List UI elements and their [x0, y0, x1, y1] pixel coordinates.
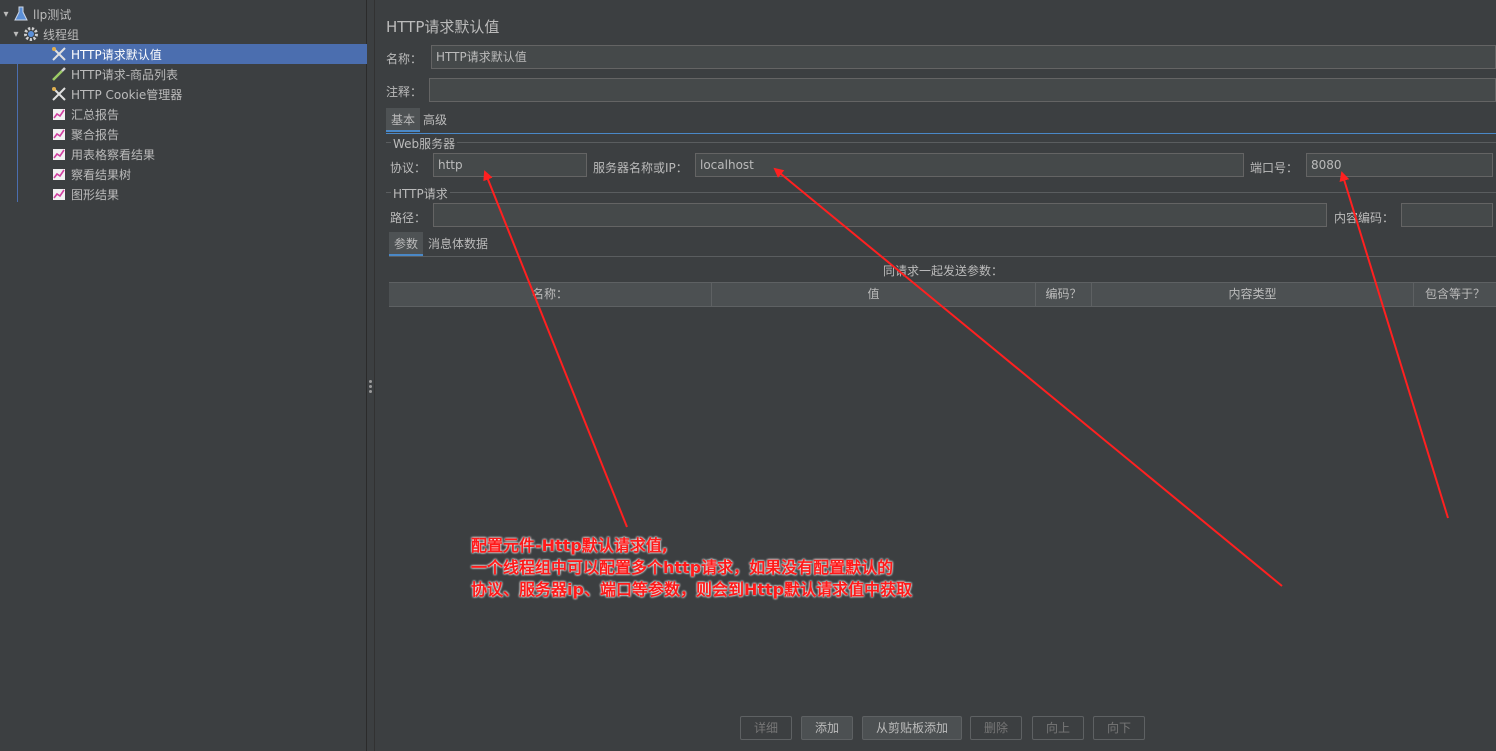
comment-field[interactable]: [429, 78, 1496, 102]
column-header-value[interactable]: 值: [712, 283, 1036, 306]
tree-item-http-request[interactable]: HTTP请求-商品列表: [0, 64, 367, 84]
tab-underline: [386, 133, 1496, 134]
drag-handle-icon[interactable]: [369, 380, 372, 395]
tree-item-summary-report[interactable]: 汇总报告: [0, 104, 367, 124]
server-label: 服务器名称或IP：: [593, 161, 688, 175]
annotation-line: 配置元件-Http默认请求值,: [471, 536, 668, 555]
path-field[interactable]: [433, 203, 1327, 227]
chevron-down-icon[interactable]: ▾: [0, 9, 12, 20]
test-plan-icon: [12, 5, 30, 23]
tab-parameters[interactable]: 参数: [389, 232, 424, 256]
name-field[interactable]: HTTP请求默认值: [431, 45, 1496, 69]
port-field[interactable]: 8080: [1306, 153, 1493, 177]
tree-item-graph-results[interactable]: 图形结果: [0, 184, 367, 204]
pipette-icon: [50, 65, 68, 83]
tree-item-label: llp测试: [33, 7, 72, 22]
tab-body-data[interactable]: 消息体数据: [423, 232, 493, 256]
server-field[interactable]: localhost: [695, 153, 1244, 177]
move-down-button[interactable]: 向下: [1093, 716, 1145, 740]
detail-button[interactable]: 详细: [740, 716, 792, 740]
tree-item-thread-group[interactable]: ▾ 线程组: [0, 24, 367, 44]
tree-item-test-plan[interactable]: ▾ llp测试: [0, 4, 367, 24]
graph-icon: [50, 125, 68, 143]
wrench-icon: [50, 85, 68, 103]
add-from-clipboard-button[interactable]: 从剪贴板添加: [862, 716, 962, 740]
graph-icon: [50, 165, 68, 183]
test-plan-tree: ▾ llp测试 ▾ 线程组 HTTP请求默认值 HTTP请求-商品列表 HTTP…: [0, 0, 367, 751]
split-pane-divider[interactable]: [367, 0, 375, 751]
params-table-header: 名称： 值 编码？ 内容类型 包含等于？: [389, 282, 1496, 307]
gear-icon: [22, 25, 40, 43]
tree-item-label: 察看结果树: [71, 167, 132, 182]
graph-icon: [50, 185, 68, 203]
path-label: 路径：: [390, 211, 427, 225]
tree-item-label: 聚合报告: [71, 127, 120, 142]
column-header-name[interactable]: 名称：: [389, 283, 712, 306]
tree-item-label: 汇总报告: [71, 107, 120, 122]
sub-tab-underline: [389, 256, 1496, 257]
column-header-encode[interactable]: 编码？: [1036, 283, 1092, 306]
tree-item-label: 图形结果: [71, 187, 120, 202]
column-header-content-type[interactable]: 内容类型: [1092, 283, 1414, 306]
graph-icon: [50, 145, 68, 163]
column-header-include-equals[interactable]: 包含等于？: [1414, 283, 1496, 306]
tree-item-label: 线程组: [43, 27, 80, 42]
tab-advanced[interactable]: 高级: [418, 108, 452, 132]
tab-basic[interactable]: 基本: [386, 108, 421, 132]
params-table-body[interactable]: [389, 307, 1496, 702]
tree-item-label: 用表格察看结果: [71, 147, 156, 162]
wrench-icon: [50, 45, 68, 63]
port-label: 端口号：: [1250, 161, 1299, 175]
annotation-line: 一个线程组中可以配置多个http请求，如果没有配置默认的: [471, 558, 894, 577]
http-request-group-title: HTTP请求: [391, 185, 450, 202]
jmeter-window: ▾ llp测试 ▾ 线程组 HTTP请求默认值 HTTP请求-商品列表 HTTP…: [0, 0, 1496, 751]
web-server-group-title: Web服务器: [391, 135, 458, 152]
web-server-group-border: [386, 142, 1496, 143]
comment-label: 注释：: [386, 85, 423, 99]
protocol-field[interactable]: http: [433, 153, 587, 177]
annotation-text: 配置元件-Http默认请求值, 一个线程组中可以配置多个http请求，如果没有配…: [471, 535, 912, 601]
delete-button[interactable]: 删除: [970, 716, 1022, 740]
tree-item-label: HTTP请求-商品列表: [71, 67, 179, 82]
tree-item-table-results[interactable]: 用表格察看结果: [0, 144, 367, 164]
add-button[interactable]: 添加: [801, 716, 853, 740]
tree-item-http-defaults[interactable]: HTTP请求默认值: [0, 44, 367, 64]
graph-icon: [50, 105, 68, 123]
page-title: HTTP请求默认值: [386, 18, 500, 36]
tree-item-label: HTTP请求默认值: [71, 47, 162, 62]
http-request-group-border: [386, 192, 1496, 193]
config-panel: HTTP请求默认值 名称： HTTP请求默认值 注释： 基本 高级 Web服务器…: [376, 0, 1496, 751]
protocol-label: 协议：: [390, 161, 427, 175]
chevron-down-icon[interactable]: ▾: [10, 29, 22, 40]
tree-item-cookie-manager[interactable]: HTTP Cookie管理器: [0, 84, 367, 104]
tree-item-results-tree[interactable]: 察看结果树: [0, 164, 367, 184]
move-up-button[interactable]: 向上: [1032, 716, 1084, 740]
content-encoding-label: 内容编码：: [1334, 211, 1395, 225]
content-encoding-field[interactable]: [1401, 203, 1493, 227]
tree-item-label: HTTP Cookie管理器: [71, 87, 183, 102]
name-label: 名称：: [386, 52, 423, 66]
annotation-line: 协议、服务器ip、端口等参数，则会到Http默认请求值中获取: [471, 580, 913, 599]
tree-item-aggregate-report[interactable]: 聚合报告: [0, 124, 367, 144]
params-caption: 同请求一起发送参数：: [883, 264, 1004, 278]
